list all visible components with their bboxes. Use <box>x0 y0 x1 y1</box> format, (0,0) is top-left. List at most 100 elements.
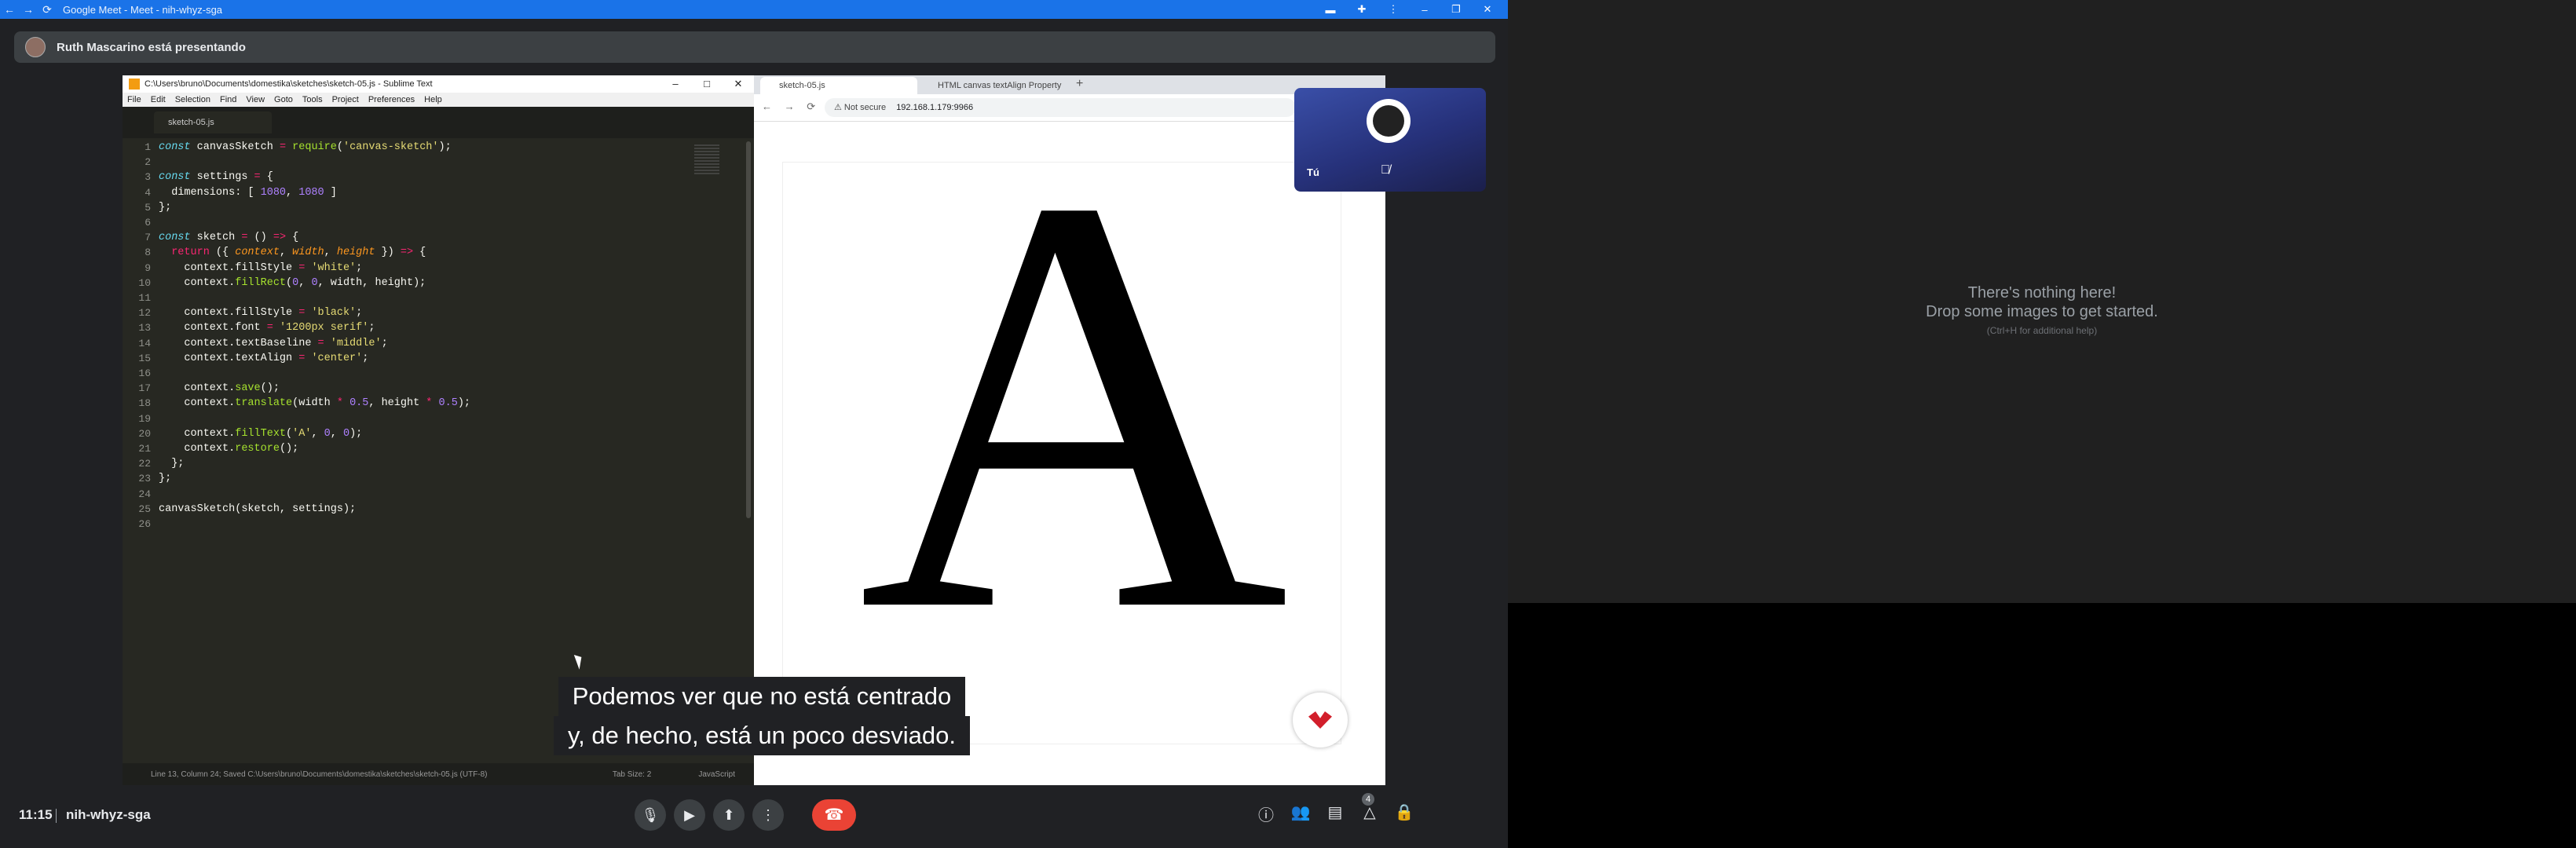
menu-tools[interactable]: Tools <box>298 95 327 104</box>
code-line[interactable]: context.fillStyle = 'black'; <box>159 307 362 319</box>
mic-button[interactable]: 🎙 <box>635 799 666 831</box>
more-vert-icon: ⋮ <box>761 807 775 823</box>
chrome-forward-icon[interactable]: → <box>785 101 795 112</box>
line-number: 5 <box>145 201 151 214</box>
line-number: 1 <box>145 141 151 153</box>
sublime-logo-icon <box>129 79 140 90</box>
more-options-button[interactable]: ⋮ <box>752 799 784 831</box>
status-position: Line 13, Column 24; Saved C:\Users\bruno… <box>151 769 488 779</box>
line-number: 10 <box>138 276 151 289</box>
code-line[interactable]: const sketch = () => { <box>159 232 298 243</box>
camera-icon: ▶ <box>684 807 695 823</box>
line-number: 17 <box>138 382 151 395</box>
present-button[interactable]: ⬆ <box>713 799 745 831</box>
menu-file[interactable]: File <box>123 95 146 104</box>
self-view-tile[interactable]: Tú 🎙̸ <box>1294 88 1486 192</box>
window-title: Google Meet - Meet - nih-whyz-sga <box>63 3 223 16</box>
code-line[interactable]: context.fillStyle = 'white'; <box>159 262 362 274</box>
sublime-titlebar: C:\Users\bruno\Documents\domestika\sketc… <box>123 75 754 93</box>
presenter-avatar <box>25 37 46 57</box>
code-line[interactable]: const settings = { <box>159 171 273 183</box>
editor-scrollbar[interactable] <box>746 141 751 518</box>
code-line[interactable]: context.save(); <box>159 382 280 394</box>
forward-icon[interactable]: → <box>19 3 38 16</box>
line-number: 8 <box>145 247 151 259</box>
sublime-close-button[interactable]: ✕ <box>723 75 754 93</box>
chrome-back-icon[interactable]: ← <box>762 101 772 112</box>
code-line[interactable]: context.font = '1200px serif'; <box>159 322 375 334</box>
code-line[interactable]: context.textAlign = 'center'; <box>159 353 368 364</box>
code-line[interactable]: context.restore(); <box>159 443 298 455</box>
restore-button[interactable]: ❐ <box>1440 3 1472 16</box>
sublime-maximize-button[interactable]: □ <box>691 75 723 93</box>
phone-hangup-icon: ☎ <box>824 806 844 824</box>
meeting-code: nih-whyz-sga <box>66 807 151 822</box>
code-line[interactable]: context.textBaseline = 'middle'; <box>159 338 387 349</box>
status-tab-size[interactable]: Tab Size: 2 <box>613 770 651 779</box>
presenting-banner: Ruth Mascarino está presentando <box>14 31 1495 63</box>
menu-preferences[interactable]: Preferences <box>364 95 419 104</box>
minimap[interactable] <box>694 144 719 176</box>
sublime-statusbar: Line 13, Column 24; Saved C:\Users\bruno… <box>123 763 754 785</box>
meet-window: ← → ⟳ Google Meet - Meet - nih-whyz-sga … <box>0 0 1508 848</box>
line-number: 18 <box>138 397 151 410</box>
captions: Podemos ver que no está centrado y, de h… <box>518 677 1005 755</box>
menu-find[interactable]: Find <box>215 95 241 104</box>
menu-view[interactable]: View <box>241 95 269 104</box>
help-hint: (Ctrl+H for additional help) <box>1986 325 2098 336</box>
people-icon[interactable]: 👥 <box>1288 802 1313 822</box>
line-number: 24 <box>138 488 151 500</box>
extensions-icon[interactable]: ✚ <box>1346 3 1378 16</box>
line-number: 11 <box>138 292 151 304</box>
chrome-reload-icon[interactable]: ⟳ <box>807 101 815 112</box>
host-controls-icon[interactable]: 🔒 <box>1392 802 1417 822</box>
menu-selection[interactable]: Selection <box>170 95 215 104</box>
code-line[interactable]: const canvasSketch = require('canvas-ske… <box>159 141 452 153</box>
reload-icon[interactable]: ⟳ <box>38 3 57 16</box>
end-call-button[interactable]: ☎ <box>812 799 856 831</box>
code-line[interactable]: }; <box>159 458 184 470</box>
camera-permission-icon[interactable]: ▬ <box>1315 4 1346 16</box>
divider <box>56 809 57 823</box>
code-line[interactable]: context.fillText('A', 0, 0); <box>159 428 362 440</box>
code-line[interactable]: dimensions: [ 1080, 1080 ] <box>159 187 337 199</box>
empty-subtitle: Drop some images to get started. <box>1926 303 2158 320</box>
domestika-logo-icon[interactable] <box>1293 693 1348 747</box>
back-icon[interactable]: ← <box>0 3 19 16</box>
code-line[interactable]: }; <box>159 473 171 484</box>
presenting-text: Ruth Mascarino está presentando <box>57 40 246 54</box>
menu-help[interactable]: Help <box>419 95 447 104</box>
code-line[interactable]: return ({ context, width, height }) => { <box>159 247 426 258</box>
code-editor[interactable]: 1 const canvasSketch = require('canvas-sk… <box>123 141 751 738</box>
sublime-minimize-button[interactable]: – <box>660 75 691 93</box>
menu-goto[interactable]: Goto <box>269 95 298 104</box>
code-line[interactable]: context.fillRect(0, 0, width, height); <box>159 277 426 289</box>
chat-icon[interactable]: ▤ <box>1323 802 1348 822</box>
line-number: 21 <box>138 443 151 455</box>
clock: 11:15 <box>19 807 53 822</box>
line-number: 15 <box>138 352 151 364</box>
minimize-button[interactable]: – <box>1409 4 1440 16</box>
sublime-tab[interactable]: sketch-05.js <box>154 111 272 133</box>
close-button[interactable]: ✕ <box>1472 3 1503 16</box>
meeting-details-icon[interactable]: ⓘ <box>1253 802 1279 825</box>
code-line[interactable]: context.translate(width * 0.5, height * … <box>159 397 470 409</box>
status-syntax[interactable]: JavaScript <box>698 770 735 779</box>
line-number: 4 <box>145 186 151 199</box>
line-number: 13 <box>138 322 151 334</box>
meet-titlebar: ← → ⟳ Google Meet - Meet - nih-whyz-sga … <box>0 0 1508 19</box>
obs-logo-icon <box>1367 99 1411 143</box>
menu-project[interactable]: Project <box>327 95 364 104</box>
line-number: 2 <box>145 156 151 169</box>
line-number: 23 <box>138 473 151 485</box>
code-line[interactable]: }; <box>159 202 171 214</box>
menu-edit[interactable]: Edit <box>146 95 170 104</box>
code-line[interactable]: canvasSketch(sketch, settings); <box>159 503 356 515</box>
caption-line-1: Podemos ver que no está centrado <box>558 677 966 716</box>
camera-button[interactable]: ▶ <box>674 799 705 831</box>
more-menu-icon[interactable]: ⋮ <box>1378 3 1409 16</box>
line-number: 6 <box>145 217 151 228</box>
activities-icon[interactable]: △ <box>1357 802 1382 822</box>
line-number: 12 <box>138 307 151 320</box>
line-number: 3 <box>145 171 151 184</box>
